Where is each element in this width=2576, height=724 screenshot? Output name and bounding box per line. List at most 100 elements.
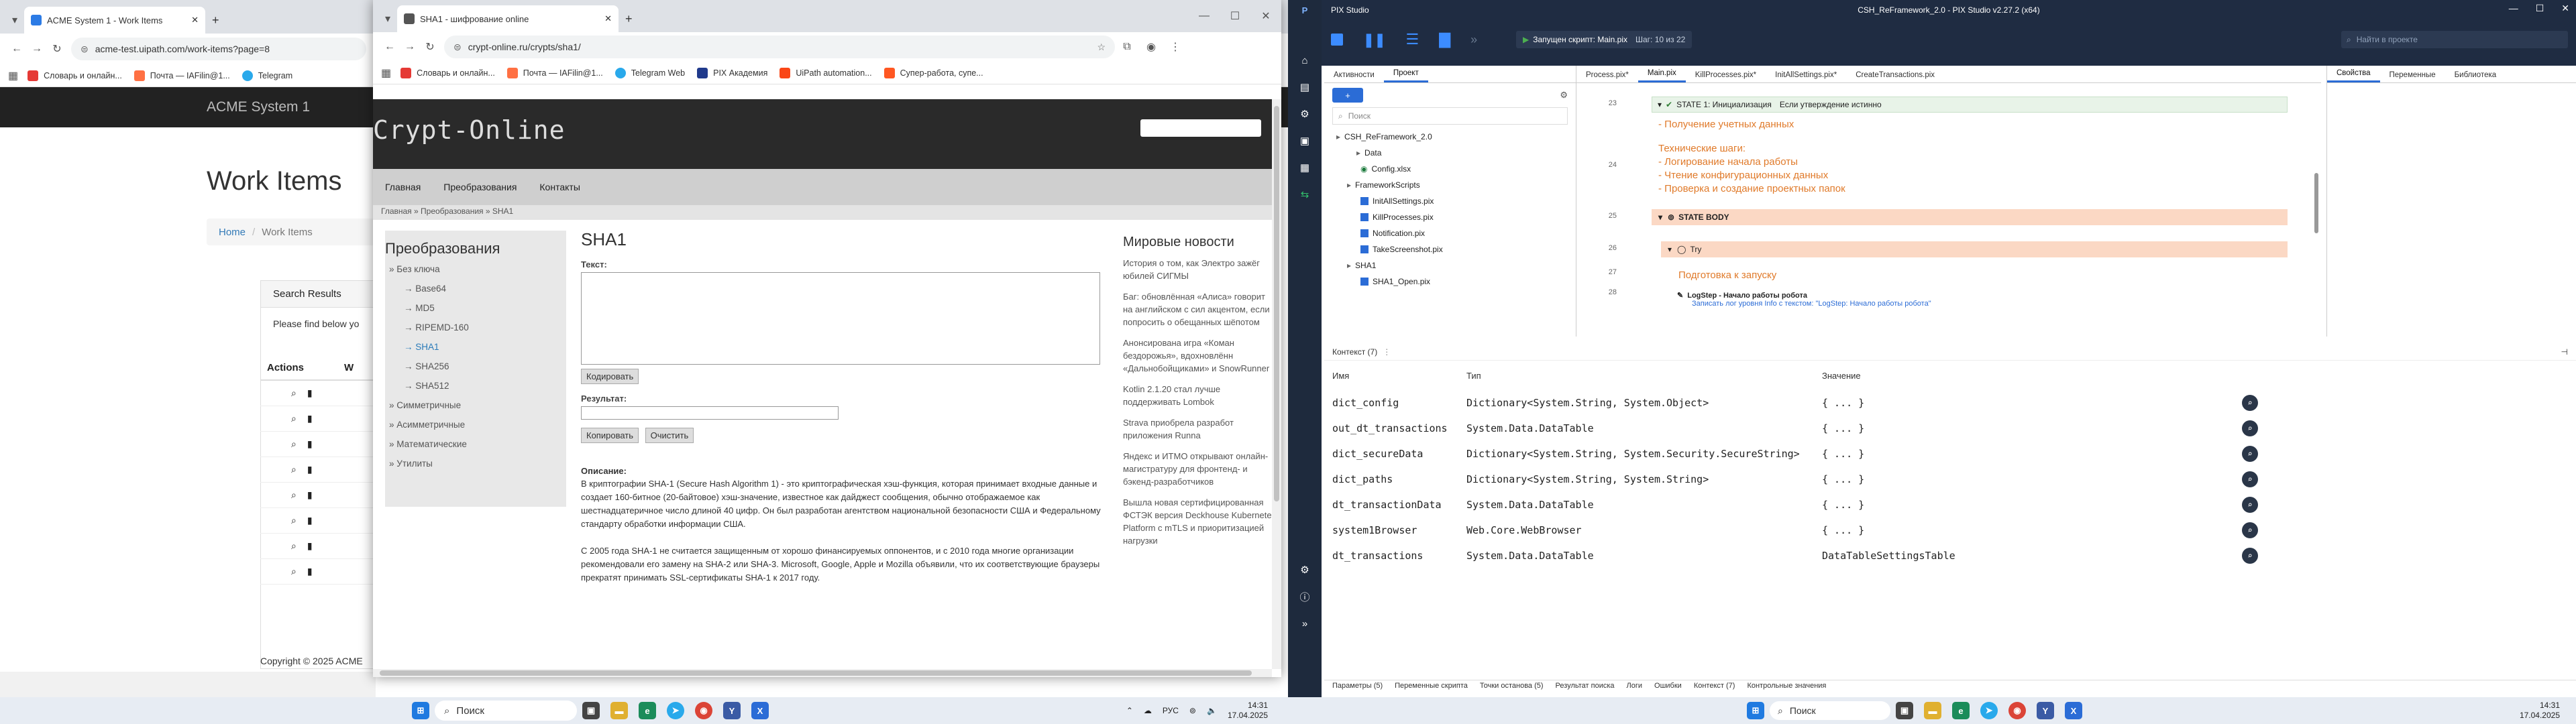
sidebar-item-sha256[interactable]: → SHA256 [404,361,566,371]
forward-icon[interactable]: → [400,41,420,53]
try-block[interactable]: ▾ ◯ Try [1661,241,2288,257]
delete-icon[interactable]: ▮ [307,566,313,577]
tree-item[interactable]: ▸ FrameworkScripts [1336,177,1576,193]
taskview-icon[interactable]: ▣ [1896,702,1913,719]
sidebar-group-math[interactable]: » Математические [389,439,566,449]
doc-tab[interactable]: InitAllSettings.pix* [1766,71,1846,82]
tab-library[interactable]: Библиотека [2445,71,2506,82]
bookmark[interactable]: Супер-работа, супе... [883,67,983,78]
close-window-icon[interactable]: ✕ [1250,9,1281,23]
inspect-icon[interactable]: ⌕ [2242,446,2258,462]
context-row[interactable]: dict_config Dictionary<System.String, Sys… [1324,390,2576,416]
back-icon[interactable]: ← [7,43,27,55]
panel-tools-icon[interactable]: ⚙ [1560,90,1568,101]
view-icon[interactable]: ⌕ [291,540,297,552]
document-icon[interactable]: ▦ [1288,154,1322,181]
extension-icon[interactable]: ⧉ [1115,41,1139,53]
doc-tab[interactable]: Process.pix* [1576,71,1638,82]
more-icon[interactable]: » [1470,33,1477,47]
tab-search-icon[interactable]: ▾ [378,5,397,32]
info-icon[interactable]: ⓘ [1288,583,1322,610]
bottom-tab[interactable]: Контекст (7) [1694,682,1735,690]
bottom-tab[interactable]: Точки останова (5) [1480,682,1544,690]
site-search-input[interactable] [1140,119,1261,137]
clock[interactable]: 14:31 17.04.2025 [1228,701,1268,721]
delete-icon[interactable]: ▮ [307,489,313,501]
collapse-icon[interactable]: ▾ [1668,245,1672,254]
explorer-icon[interactable]: ▬ [1924,702,1941,719]
address-bar[interactable]: ⊜ crypt-online.ru/crypts/sha1/ ☆ [444,36,1115,58]
inspect-icon[interactable]: ⌕ [2242,522,2258,538]
hscroll-thumb[interactable] [380,670,1252,676]
telegram-icon[interactable]: ➤ [1980,702,1998,719]
maximize-icon[interactable]: ☐ [2536,3,2544,14]
start-icon[interactable]: ⊞ [1747,702,1764,719]
start-icon[interactable]: ⊞ [412,702,429,719]
home-icon[interactable]: ⌂ [1288,47,1322,74]
language-indicator[interactable]: РУС [1163,706,1179,715]
tab-properties[interactable]: Свойства [2327,69,2380,82]
bookmark[interactable]: Telegram Web [614,67,685,78]
tray-chevron-icon[interactable]: ⌃ [1126,706,1133,715]
sidebar-item-sha512[interactable]: → SHA512 [404,381,566,391]
reload-icon[interactable]: ↻ [47,42,67,56]
menu-contacts-link[interactable]: Контакты [539,182,580,192]
bookmark[interactable]: Почта — IAFilin@1... [506,67,603,78]
folder-icon[interactable]: ▇ [1439,31,1450,48]
chrome-icon[interactable]: ◉ [695,702,712,719]
news-item[interactable]: Анонсирована игра «Коман бездорожья», вд… [1123,337,1272,375]
menu-conversions-link[interactable]: Преобразования [443,182,517,192]
book-icon[interactable]: ▤ [1288,74,1322,101]
bookmark[interactable]: Почта — IAFilin@1... [133,70,230,81]
back-icon[interactable]: ← [380,41,400,53]
minimize-icon[interactable]: — [2509,3,2518,14]
tree-item[interactable]: SHA1_Open.pix [1336,274,1576,290]
delete-icon[interactable]: ▮ [307,438,313,450]
sidebar-group-nokey[interactable]: » Без ключа [389,264,566,274]
logstep-activity[interactable]: ✎ LogStep - Начало работы робота Записать… [1677,291,1931,308]
inspect-icon[interactable]: ⌕ [2242,420,2258,436]
tree-item[interactable]: TakeScreenshot.pix [1336,241,1576,257]
yandex-icon[interactable]: Y [2037,702,2054,719]
tree-item[interactable]: KillProcesses.pix [1336,209,1576,225]
settings-pulse-icon[interactable]: ⇆ [1288,181,1322,208]
apps-grid-icon[interactable]: ▦ [8,69,18,82]
taskbar-search[interactable]: ⌕ Поиск [1770,701,1890,720]
drag-handle-icon[interactable]: ⋮ [1383,347,1391,357]
settings-icon[interactable]: ⚙ [1288,556,1322,583]
delete-icon[interactable]: ▮ [307,387,313,399]
inspect-icon[interactable]: ⌕ [2242,548,2258,564]
bottom-tab[interactable]: Переменные скрипта [1395,682,1468,690]
robot-icon[interactable]: ▣ [1288,127,1322,154]
address-bar[interactable]: ⊜ acme-test.uipath.com/work-items?page=8 [71,38,366,60]
close-tab-icon[interactable]: ✕ [604,13,612,24]
chrome-icon[interactable]: ◉ [2008,702,2026,719]
tree-item[interactable]: Notification.pix [1336,225,1576,241]
expand-icon[interactable]: » [1288,610,1322,637]
close-window-icon[interactable]: ✕ [2561,3,2569,14]
bookmark[interactable]: Словарь и онлайн... [28,70,122,81]
bookmark-star-icon[interactable]: ☆ [1097,42,1106,53]
project-search[interactable]: ⌕ Поиск [1332,107,1568,125]
explorer-icon[interactable]: ▬ [610,702,628,719]
forward-icon[interactable]: → [27,43,47,55]
stop-icon[interactable] [1331,34,1343,46]
collapse-icon[interactable]: ▾ [1658,213,1662,222]
bottom-tab[interactable]: Результат поиска [1556,682,1615,690]
view-icon[interactable]: ⌕ [291,515,297,526]
sidebar-item-ripemd160[interactable]: → RIPEMD-160 [404,322,566,333]
tree-item[interactable]: ▸ SHA1 [1336,257,1576,274]
result-field[interactable] [581,406,839,420]
sidebar-item-sha1[interactable]: → SHA1 [404,342,566,352]
pin-icon[interactable]: ⊣ [2561,347,2568,357]
horizontal-scrollbar[interactable] [373,669,1272,677]
tab-search-icon[interactable]: ▾ [5,7,24,34]
news-item[interactable]: Яндекс и ИТМО открывают онлайн-магистрат… [1123,450,1272,488]
bottom-tab[interactable]: Логи [1627,682,1643,690]
doc-tab[interactable]: Main.pix [1638,69,1686,82]
delete-icon[interactable]: ▮ [307,540,313,552]
tree-item[interactable]: ▸ Data [1336,145,1576,161]
tab-activities[interactable]: Активности [1324,71,1384,82]
minimize-icon[interactable]: — [1189,10,1220,22]
debug-icon[interactable]: ⚙ [1288,101,1322,127]
